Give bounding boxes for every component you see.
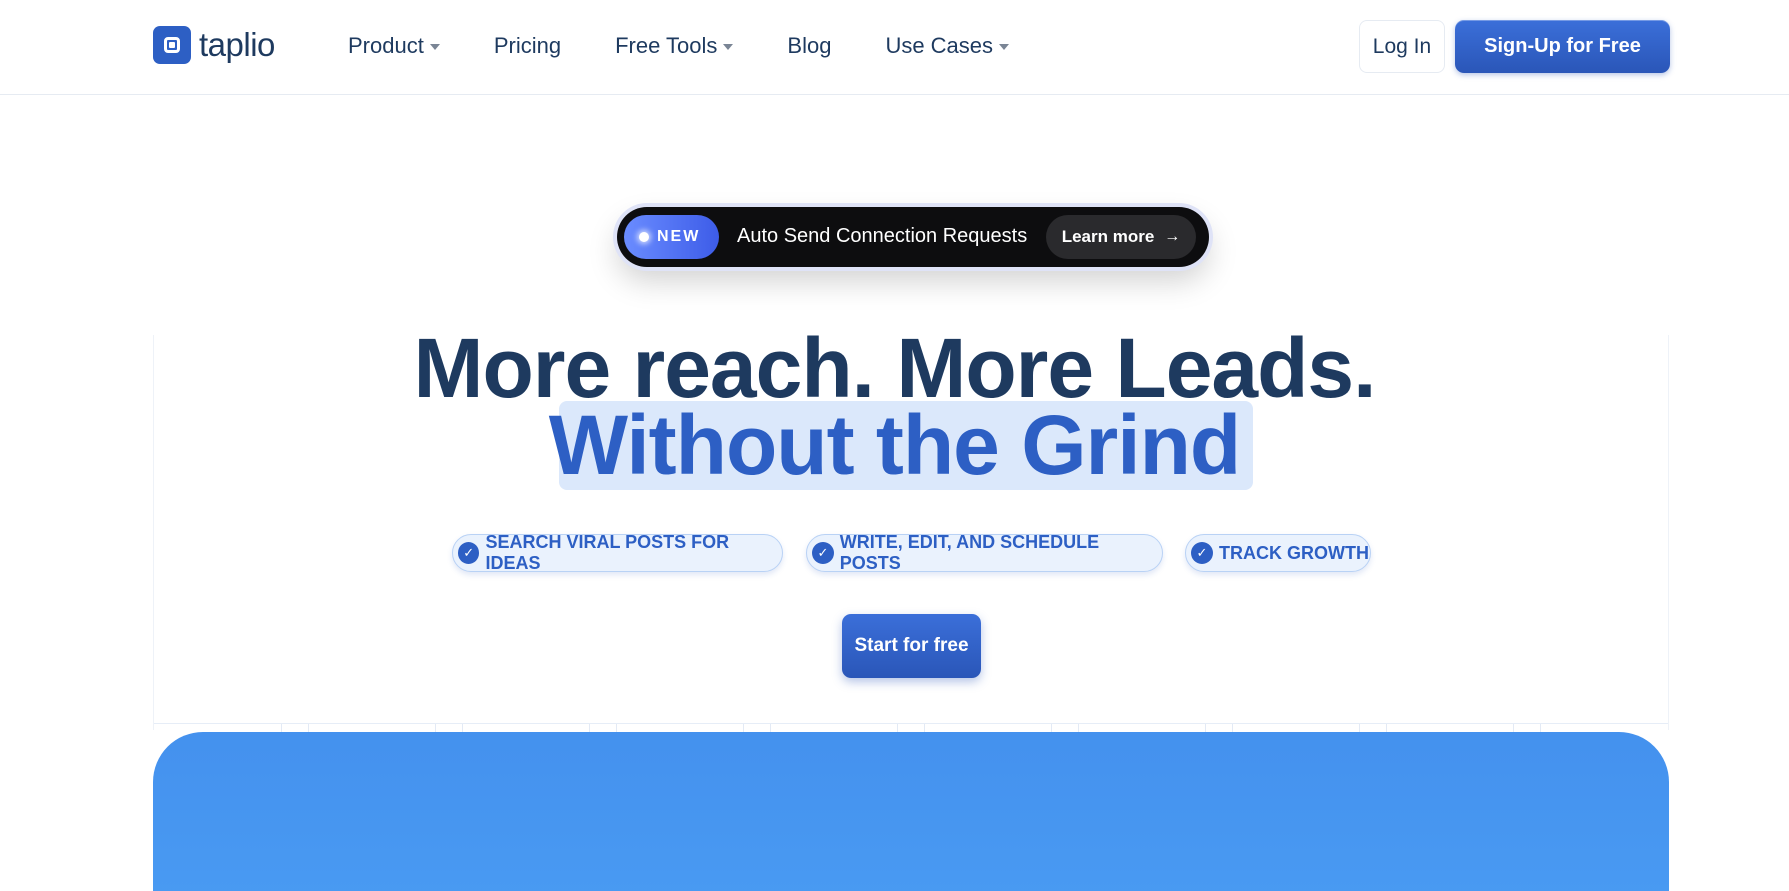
grid-tick [1205, 724, 1206, 732]
feature-pill-search: ✓ SEARCH VIRAL POSTS FOR IDEAS [452, 532, 783, 573]
nav-item-label: Pricing [493, 33, 562, 58]
new-badge-label: NEW [657, 228, 701, 245]
nav-item-use-cases[interactable]: Use Cases [885, 33, 1010, 59]
grid-tick [924, 724, 925, 732]
logo-text: taplio [199, 26, 275, 63]
signup-button[interactable]: Sign-Up for Free [1455, 20, 1670, 73]
site-header: taplio Product Pricing Free Tools Blog U… [0, 0, 1789, 95]
dot-icon [639, 232, 649, 242]
nav-item-label: Product [348, 33, 424, 58]
product-preview-panel [153, 732, 1669, 891]
grid-tick [589, 724, 590, 732]
grid-tick [1386, 724, 1387, 732]
grid-tick [616, 724, 617, 732]
feature-pill-label: SEARCH VIRAL POSTS FOR IDEAS [485, 532, 730, 573]
grid-tick [281, 724, 282, 732]
nav-item-label: Free Tools [615, 33, 718, 58]
nav-item-blog[interactable]: Blog [787, 33, 831, 59]
learn-more-label: Learn more [1061, 227, 1155, 246]
feature-pills: ✓ SEARCH VIRAL POSTS FOR IDEAS ✓ WRITE, … [0, 532, 1789, 573]
check-icon: ✓ [812, 542, 834, 564]
nav-item-product[interactable]: Product [348, 33, 440, 59]
grid-ticks [153, 724, 1669, 732]
new-badge: NEW [624, 215, 719, 259]
start-for-free-button[interactable]: Start for free [842, 614, 981, 678]
nav-item-pricing[interactable]: Pricing [494, 33, 561, 59]
nav-item-label: Blog [787, 33, 832, 58]
grid-tick [308, 724, 309, 732]
announcement-banner[interactable]: NEW Auto Send Connection Requests Learn … [617, 207, 1209, 267]
grid-tick [435, 724, 436, 732]
grid-tick [897, 724, 898, 732]
chevron-down-icon [723, 44, 734, 50]
feature-pill-write: ✓ WRITE, EDIT, AND SCHEDULE POSTS [806, 532, 1163, 573]
login-button[interactable]: Log In [1359, 20, 1445, 73]
announcement-text: Auto Send Connection Requests [737, 225, 1028, 247]
check-icon: ✓ [1191, 542, 1213, 564]
nav-item-label: Use Cases [885, 33, 994, 58]
learn-more-button[interactable]: Learn more → [1046, 215, 1196, 259]
logo[interactable]: taplio [153, 26, 275, 64]
check-icon: ✓ [458, 542, 480, 564]
chevron-down-icon [429, 44, 440, 50]
grid-tick [1232, 724, 1233, 732]
main-nav: Product Pricing Free Tools Blog Use Case… [348, 33, 1063, 59]
logo-icon [153, 26, 191, 64]
grid-tick [743, 724, 744, 732]
grid-tick [1051, 724, 1052, 732]
feature-pill-track: ✓ TRACK GROWTH [1185, 534, 1371, 572]
feature-pill-label: WRITE, EDIT, AND SCHEDULE POSTS [839, 532, 1100, 573]
grid-tick [1078, 724, 1079, 732]
grid-tick [1513, 724, 1514, 732]
grid-tick [462, 724, 463, 732]
hero-subtitle: Without the Grind [548, 398, 1241, 492]
grid-tick [1540, 724, 1541, 732]
nav-item-free-tools[interactable]: Free Tools [615, 33, 734, 59]
chevron-down-icon [999, 44, 1010, 50]
arrow-right-icon: → [1164, 228, 1181, 245]
grid-tick [770, 724, 771, 732]
feature-pill-label: TRACK GROWTH [1219, 542, 1369, 563]
grid-tick [1359, 724, 1360, 732]
